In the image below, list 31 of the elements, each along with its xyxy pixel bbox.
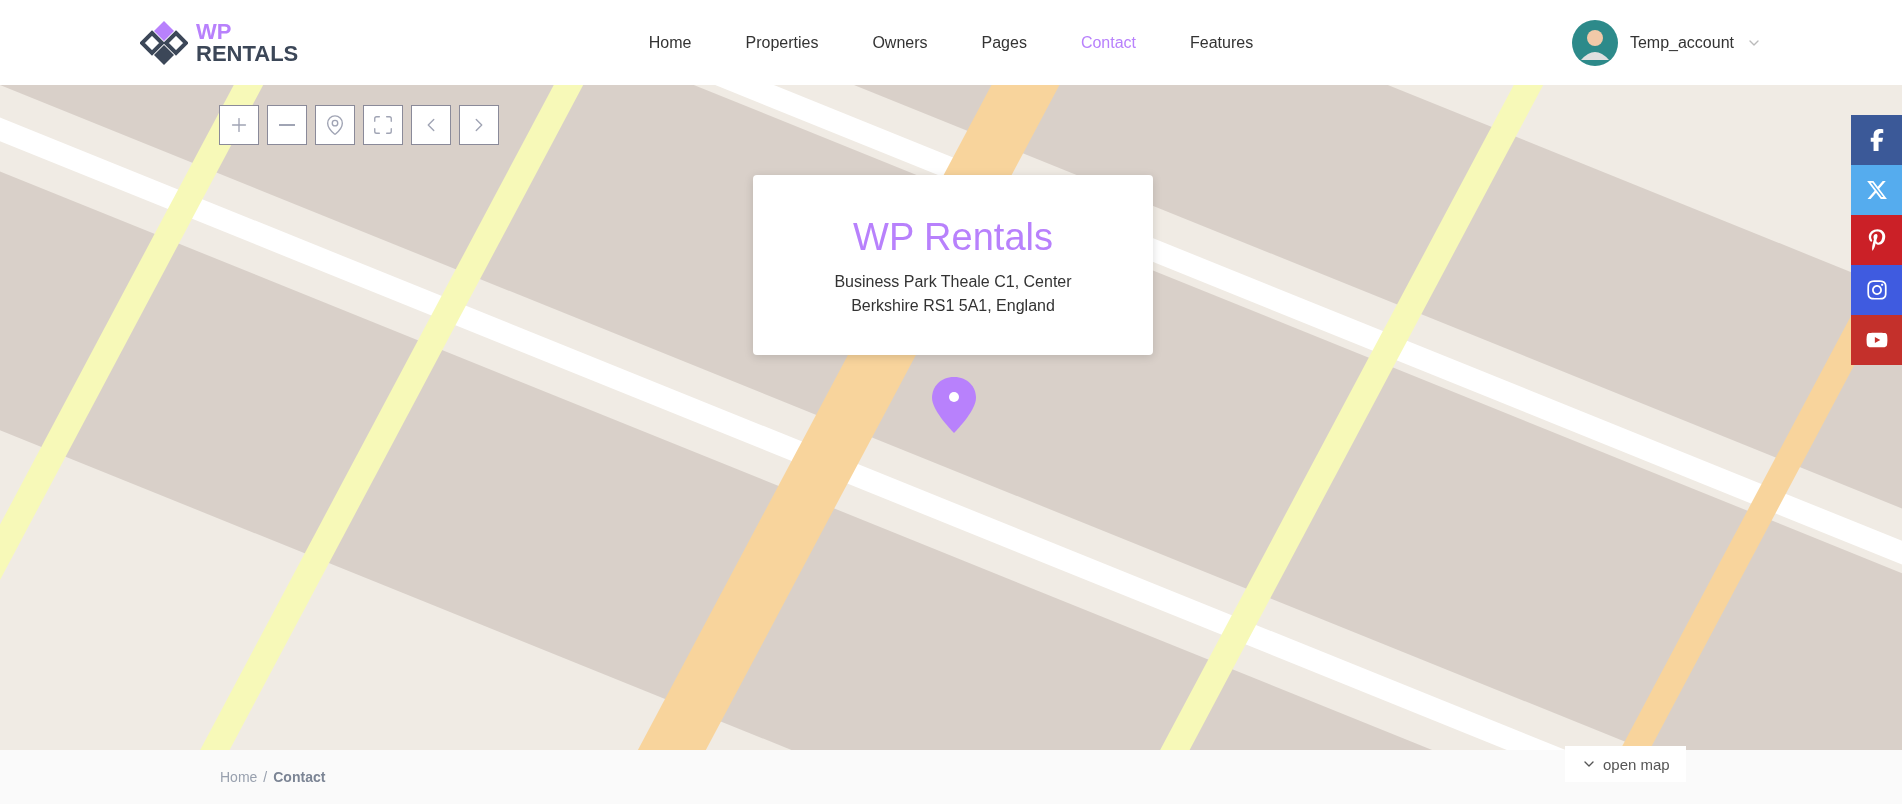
nav-link[interactable]: Features [1190,33,1254,52]
popup-address: Business Park Theale C1, Center [834,272,1072,291]
breadcrumb-separator: / [263,769,268,785]
map-control-button[interactable] [315,105,355,145]
social-button[interactable] [1851,115,1902,165]
social-button[interactable] [1851,265,1902,315]
social-button[interactable] [1851,315,1902,365]
x-icon [1865,179,1888,201]
fullscreen-icon [372,114,394,136]
account-name[interactable]: Temp_account [1629,33,1734,52]
map-control-button[interactable] [363,105,403,145]
nav-link[interactable]: Home [648,33,692,52]
social-button[interactable] [1851,215,1902,265]
breadcrumb-link[interactable]: Contact [273,769,326,785]
logo-text: RENTALS [196,42,299,65]
instagram-icon [1865,279,1888,301]
avatar[interactable] [1571,19,1618,66]
nav-link[interactable]: Pages [981,33,1027,52]
logo-text: WP [196,20,233,43]
logo-icon [140,18,188,67]
map-control-button[interactable] [459,105,499,145]
nav-link[interactable]: Properties [745,33,819,52]
map-pin-icon[interactable] [930,375,978,435]
map-control-button[interactable] [219,105,259,145]
open-map-button[interactable]: open map [1565,746,1686,782]
nav-link[interactable]: Owners [872,33,928,52]
map-pin-icon [324,114,346,136]
popup-address: Berkshire RS1 5A1, England [851,296,1055,315]
map-control-button[interactable] [267,105,307,145]
popup-title: WP Rentals [853,215,1053,259]
map-control-button[interactable] [411,105,451,145]
